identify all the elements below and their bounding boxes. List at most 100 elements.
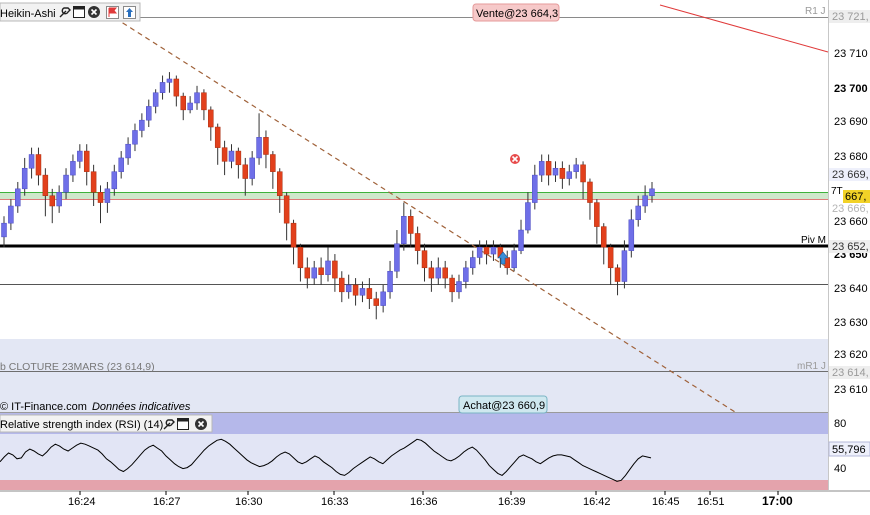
candle-body	[152, 92, 159, 107]
candle-body	[614, 267, 621, 282]
candle-body	[580, 164, 586, 183]
time-tick-1651: 16:51	[697, 496, 725, 508]
candle-body	[1, 222, 7, 238]
rsi-value-tag: 55,796	[832, 444, 866, 456]
candle-body	[532, 174, 538, 203]
candle-body	[283, 195, 290, 224]
time-tick-1642: 16:42	[583, 496, 611, 508]
candle-body	[600, 226, 607, 248]
rsi-close-icon[interactable]	[195, 418, 207, 430]
candle-body	[90, 171, 97, 193]
buy-label: Achat@23 660,9	[463, 400, 545, 412]
close-icon[interactable]	[88, 6, 100, 18]
candle-body	[201, 92, 207, 111]
candle-body	[401, 216, 407, 245]
price-tick-23640: 23 640	[834, 283, 868, 295]
candle-body	[525, 202, 531, 231]
price-tick-23630: 23 630	[834, 317, 868, 329]
candle-body	[263, 137, 269, 155]
candle-body	[428, 267, 435, 279]
candle-body	[339, 277, 345, 293]
candle-body	[194, 92, 200, 104]
mr1-tag: 23 614,	[832, 367, 869, 379]
arrow-up-icon[interactable]	[123, 6, 136, 19]
candle-body	[35, 154, 42, 176]
candle-body	[97, 192, 104, 203]
candle-body	[470, 257, 476, 269]
time-tick-1633: 16:33	[321, 496, 349, 508]
time-tick-1645: 16:45	[652, 496, 680, 508]
candle-body	[21, 167, 28, 190]
candle-body	[249, 157, 255, 179]
r1-tag: 23 721,	[832, 11, 869, 23]
candle-body	[180, 95, 186, 111]
mr1-label: mR1 J	[797, 361, 826, 372]
candle-body	[511, 250, 517, 269]
candle-body	[63, 174, 69, 193]
candle-body	[566, 171, 573, 179]
candle-body	[345, 284, 352, 293]
candle-body	[628, 219, 635, 251]
candle-body	[332, 260, 338, 279]
candle-body	[352, 284, 359, 296]
candle-body	[380, 291, 386, 306]
candle-body	[242, 164, 249, 179]
pivot-tag: 23 652,	[832, 241, 869, 253]
candle-body	[538, 161, 545, 176]
price-tick-23690: 23 690	[834, 116, 868, 128]
time-tick-1700: 17:00	[762, 494, 793, 508]
candle-body	[235, 150, 242, 166]
candle-body	[311, 267, 317, 279]
candle-body	[318, 267, 324, 275]
candle-body	[442, 267, 448, 279]
candle-body	[421, 250, 428, 269]
current-price-tag: 23 669,	[832, 169, 869, 181]
price-tick-23710: 23 710	[834, 48, 868, 60]
candle-body	[297, 246, 304, 269]
trading-chart: 23 710 23 700 23 690 23 680 23 660 23 65…	[0, 0, 870, 515]
candle-body	[366, 288, 373, 299]
bid-tag: 667,	[845, 191, 866, 203]
price-tick-23700: 23 700	[834, 83, 868, 95]
candle-body	[435, 267, 442, 279]
rsi-tick-80: 80	[834, 418, 846, 430]
candle-body	[270, 154, 276, 172]
rsi-title: Relative strength index (RSI) (14)	[0, 419, 163, 431]
rsi-tick-40: 40	[834, 463, 846, 475]
candle-body	[587, 181, 593, 203]
sell-buy-zone	[0, 192, 828, 200]
rsi-window-icon[interactable]	[177, 418, 189, 430]
candle-body	[49, 195, 56, 207]
candle-body	[187, 102, 193, 111]
price-tick-23660: 23 660	[834, 216, 868, 228]
candle-body	[635, 205, 641, 220]
candle-body	[518, 229, 524, 251]
candle-body	[290, 222, 297, 248]
candle-body	[449, 277, 455, 293]
flag-icon[interactable]	[106, 6, 119, 19]
watermark: © IT-Finance.com Données indicatives	[0, 401, 191, 413]
candle-body	[463, 267, 469, 282]
time-tick-1624: 16:24	[68, 496, 96, 508]
time-tick-1639: 16:39	[498, 496, 526, 508]
candle-body	[8, 205, 14, 224]
candle-body	[228, 150, 235, 162]
candle-body	[70, 161, 76, 176]
price-tick-23610: 23 610	[834, 384, 868, 396]
candle-body	[325, 260, 331, 275]
candle-body	[373, 298, 380, 306]
window-icon[interactable]	[73, 6, 85, 18]
candle-body	[221, 147, 228, 162]
candle-body	[304, 267, 311, 279]
candle-body	[132, 130, 138, 145]
candle-body	[545, 161, 552, 176]
time-tick-1630: 16:30	[235, 496, 263, 508]
candle-body	[456, 281, 462, 293]
candle-body	[359, 288, 366, 296]
candle-body	[642, 195, 648, 207]
candle-body	[118, 157, 124, 172]
candle-body	[607, 246, 614, 269]
candle-body	[104, 188, 111, 203]
candle-body	[159, 82, 166, 93]
candle-body	[77, 150, 83, 162]
